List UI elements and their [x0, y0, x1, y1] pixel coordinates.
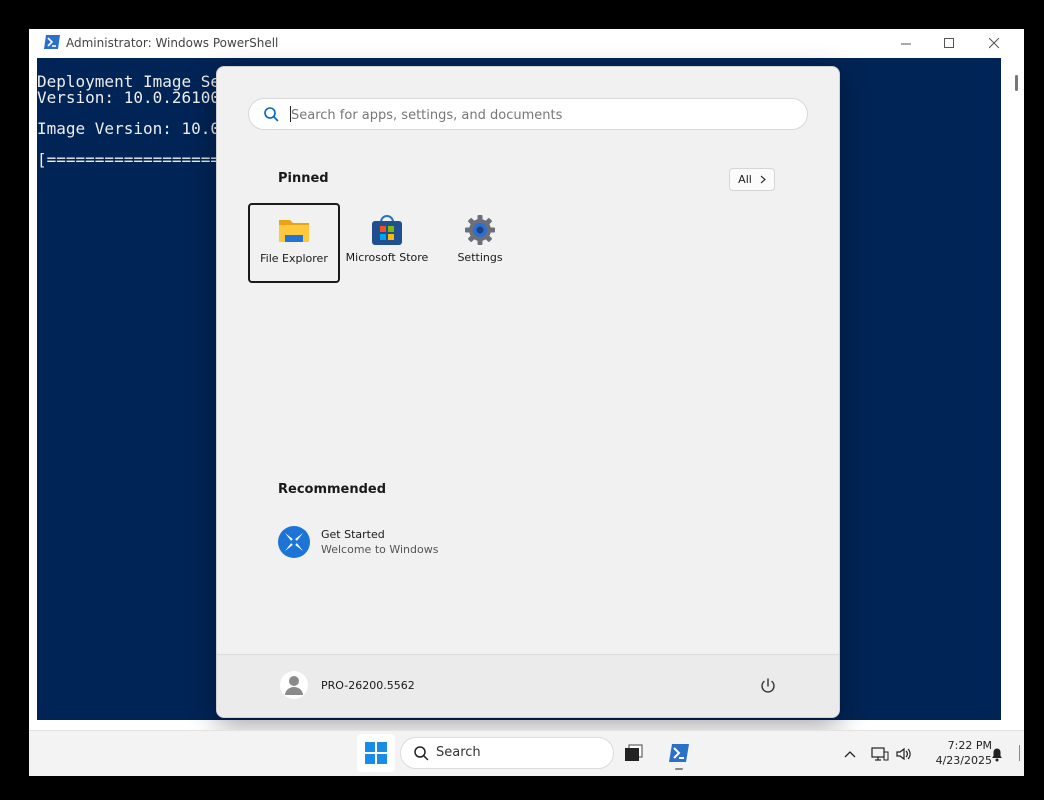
notifications-button[interactable] — [988, 731, 1006, 776]
vertical-scrollbar[interactable] — [1009, 58, 1024, 720]
running-indicator — [675, 768, 683, 770]
window-title: Administrator: Windows PowerShell — [66, 36, 279, 50]
speaker-icon — [896, 747, 911, 760]
taskbar-powershell-button[interactable] — [661, 735, 697, 771]
recommended-subtitle: Welcome to Windows — [321, 543, 439, 556]
settings-gear-icon — [465, 215, 495, 245]
powershell-titlebar[interactable]: Administrator: Windows PowerShell — [29, 29, 1024, 57]
all-apps-label: All — [738, 173, 752, 186]
show-hidden-icons-button[interactable] — [841, 731, 859, 776]
recommended-title: Get Started — [321, 528, 385, 541]
search-icon — [264, 107, 279, 122]
search-icon — [414, 746, 429, 761]
system-clock[interactable]: 7:22 PM 4/23/2025 — [922, 738, 992, 768]
clock-time: 7:22 PM — [947, 739, 992, 752]
start-footer: PRO-26200.5562 — [217, 654, 839, 717]
volume-button[interactable] — [895, 731, 913, 776]
powershell-icon — [44, 35, 60, 49]
minimize-icon — [901, 43, 911, 44]
close-button[interactable] — [972, 29, 1017, 57]
microsoft-store-icon — [372, 215, 402, 245]
maximize-button[interactable] — [927, 29, 972, 57]
maximize-icon — [944, 37, 954, 48]
pinned-tile-file-explorer[interactable]: File Explorer — [248, 203, 340, 283]
show-desktop-divider[interactable] — [1019, 745, 1020, 761]
start-search-box[interactable] — [248, 98, 808, 130]
network-icon — [871, 746, 889, 761]
get-started-icon — [278, 526, 310, 558]
text-caret — [290, 106, 291, 122]
user-name[interactable]: PRO-26200.5562 — [321, 679, 415, 692]
chevron-up-icon — [844, 750, 856, 757]
start-search-input[interactable] — [289, 103, 793, 127]
recommended-heading: Recommended — [278, 482, 387, 497]
tile-label: Microsoft Store — [345, 251, 429, 264]
close-icon — [989, 37, 1000, 48]
taskbar-search[interactable]: Search — [400, 737, 614, 769]
power-icon — [761, 678, 775, 693]
pinned-tile-microsoft-store[interactable]: Microsoft Store — [341, 203, 433, 283]
task-view-button[interactable] — [616, 735, 652, 771]
recommended-item-get-started[interactable]: Get Started Welcome to Windows — [277, 525, 577, 561]
start-menu: Pinned All File Explorer Microsoft Store — [216, 66, 840, 718]
chevron-right-icon — [760, 175, 766, 184]
all-apps-button[interactable]: All — [729, 168, 775, 191]
network-button[interactable] — [871, 731, 889, 776]
notification-bell-icon — [992, 748, 1002, 761]
pinned-heading: Pinned — [278, 171, 329, 186]
scrollbar-thumb[interactable] — [1015, 75, 1018, 91]
minimize-button[interactable] — [884, 29, 929, 57]
pinned-tile-settings[interactable]: Settings — [434, 203, 526, 283]
user-avatar[interactable] — [280, 671, 308, 699]
tile-label: Settings — [457, 251, 503, 264]
file-explorer-icon — [279, 220, 309, 242]
clock-date: 4/23/2025 — [935, 754, 992, 767]
powershell-icon — [669, 744, 689, 762]
task-view-icon — [625, 744, 643, 761]
console-line: Version: 10.0.26100.1 — [37, 88, 240, 107]
user-icon — [285, 676, 303, 695]
tile-label: File Explorer — [260, 252, 328, 265]
start-button[interactable] — [357, 734, 395, 772]
power-button[interactable] — [758, 676, 778, 696]
taskbar-search-label: Search — [436, 745, 481, 760]
taskbar: Search 7:22 PM 4/23/2025 — [29, 730, 1024, 776]
windows-logo-icon — [365, 742, 387, 764]
